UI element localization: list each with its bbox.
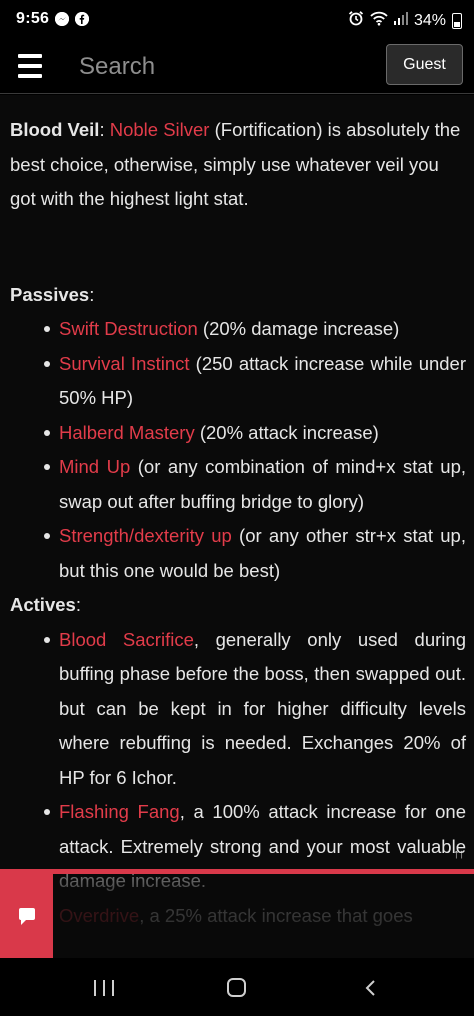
alarm-icon [348,10,364,31]
home-icon[interactable] [227,978,246,997]
signal-icon [393,11,408,30]
search-box [70,46,370,88]
list-item: Blood Sacrifice, generally only used dur… [10,623,466,796]
actives-heading-paragraph: Actives: [10,588,466,623]
recents-icon[interactable] [94,980,114,996]
status-time: 9:56 [16,10,50,27]
status-left: 9:56 [16,10,90,28]
facebook-icon [75,12,90,26]
passives-list: Swift Destruction (20% damage increase) … [10,312,466,588]
guest-button[interactable]: Guest [386,44,463,85]
blood-veil-colon: : [99,119,110,140]
passive-link[interactable]: Strength/dexterity up [59,525,232,546]
system-nav-bar [0,958,474,1016]
list-item: Mind Up (or any combination of mind+x st… [10,450,466,519]
messenger-icon [55,12,70,26]
recents-icon-bar [112,980,114,996]
chat-icon [18,907,35,925]
back-icon[interactable] [364,980,376,996]
passives-colon: : [89,283,95,305]
passive-link[interactable]: Swift Destruction [59,318,198,339]
active-text: , a 25% attack increase that goes [139,904,413,926]
article-body: Blood Veil: Noble Silver (Fortification)… [10,113,466,933]
passives-heading-paragraph: Passives: [10,278,466,313]
menu-icon-line [18,74,42,78]
menu-icon-line [18,64,42,68]
list-item: Overdrive, a 25% attack increase that go… [10,899,466,934]
active-link[interactable]: Blood Sacrifice [59,629,194,650]
actives-colon: : [75,594,81,615]
actives-heading: Actives [10,594,76,615]
passive-link[interactable]: Mind Up [59,456,130,477]
passives-heading: Passives [10,283,90,305]
status-right: 34% [348,10,462,31]
active-link[interactable]: Flashing Fang [59,801,180,822]
list-item: Flashing Fang, a 100% attack increase fo… [10,795,466,899]
search-input[interactable] [70,46,370,88]
noble-silver-link[interactable]: Noble Silver [110,119,210,140]
list-item: Strength/dexterity up (or any other str+… [10,519,466,588]
actives-list: Blood Sacrifice, generally only used dur… [10,623,466,934]
battery-percent: 34% [413,11,446,29]
recents-icon-bar [103,980,105,996]
passive-text: (20% attack increase) [194,421,379,443]
menu-icon-line [18,54,42,58]
active-text: , generally only used during buffing pha… [59,628,466,788]
passive-text: (20% damage increase) [197,318,400,339]
status-bar: 9:56 34% [0,0,474,40]
list-item: Swift Destruction (20% damage increase) [10,312,466,347]
passive-link[interactable]: Halberd Mastery [59,422,195,443]
recents-icon-bar [94,980,96,996]
chat-button[interactable] [0,869,53,958]
list-item: Survival Instinct (250 attack increase w… [10,347,466,416]
app-header: Guest [0,40,474,94]
blood-veil-paragraph: Blood Veil: Noble Silver (Fortification)… [10,113,466,217]
menu-icon[interactable] [18,54,42,78]
blood-veil-label: Blood Veil [10,119,100,140]
wifi-icon [370,11,388,31]
article-content[interactable]: Blood Veil: Noble Silver (Fortification)… [0,95,474,958]
active-link[interactable]: Overdrive [59,905,139,926]
passive-link[interactable]: Survival Instinct [59,353,190,374]
battery-icon [452,12,462,29]
list-item: Halberd Mastery (20% attack increase) [10,416,466,451]
ad-collapse-icon[interactable]: ↑↑ [453,846,465,861]
